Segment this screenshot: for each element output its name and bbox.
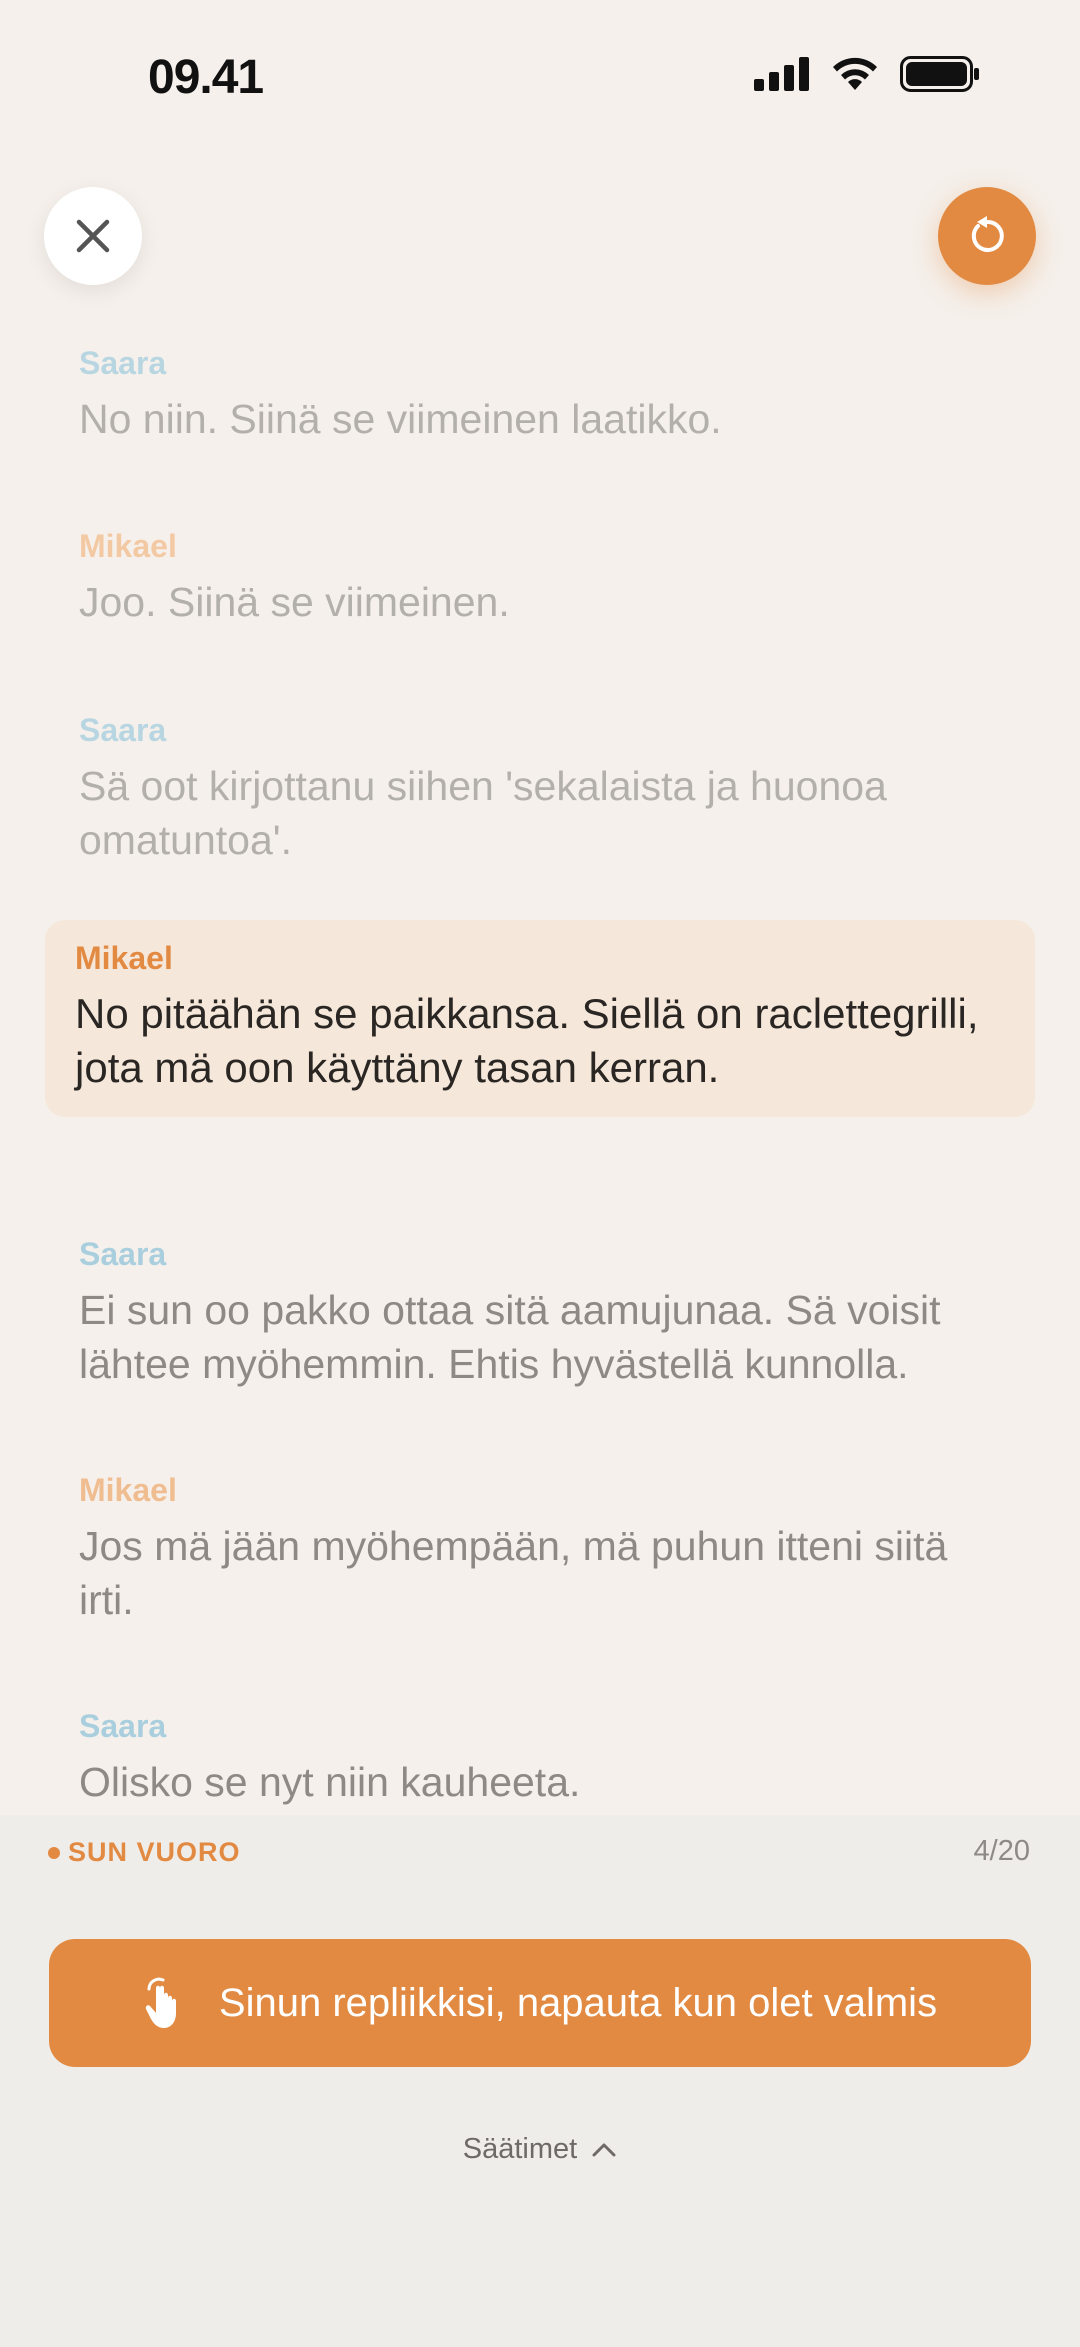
ready-button-label: Sinun repliikkisi, napauta kun olet valm… [218,1980,938,2025]
turn-label: SUN VUORO [68,1837,241,1867]
battery-icon [900,56,979,92]
script-line: Mikael Jos mä jään myöhempään, mä puhun … [45,1472,1035,1627]
script-line: Saara No niin. Siinä se viimeinen laatik… [45,345,1035,446]
bottom-panel: SUN VUORO 4/20 Sinun repliikkisi, napaut… [0,1815,1080,2347]
turn-dot-icon [48,1846,60,1859]
speaker-name: Saara [79,1236,167,1272]
script-line: Mikael Joo. Siinä se viimeinen. [45,528,1035,629]
turn-indicator: SUN VUORO [48,1837,241,1868]
line-text: Joo. Siinä se viimeinen. [79,579,510,625]
current-script-line: Mikael No pitäähän se paikkansa. Siellä … [45,920,1035,1117]
line-text: Olisko se nyt niin kauheeta. [79,1759,581,1805]
speaker-name: Saara [79,345,167,381]
speaker-name: Saara [79,712,167,748]
line-text: Ei sun oo pakko ottaa sitä aamujunaa. Sä… [79,1287,941,1387]
script-line: Saara Olisko se nyt niin kauheeta. [45,1708,1035,1809]
line-text: Sä oot kirjottanu siihen 'sekalaista ja … [79,763,887,863]
speaker-name: Mikael [75,940,173,976]
script-line: Saara Sä oot kirjottanu siihen 'sekalais… [45,712,1035,867]
restart-button[interactable] [938,187,1036,285]
line-progress: 4/20 [973,1835,1030,1867]
status-time: 09.41 [148,51,264,104]
speaker-name: Mikael [79,528,177,564]
line-text: No pitäähän se paikkansa. Siellä on racl… [75,990,979,1091]
line-text: No niin. Siinä se viimeinen laatikko. [79,396,722,442]
wifi-icon [833,57,877,90]
speaker-name: Mikael [79,1472,177,1508]
controls-label: Säätimet [462,2133,578,2165]
hand-tap-icon [145,1977,176,2028]
line-text: Jos mä jään myöhempään, mä puhun itteni … [79,1523,948,1623]
script-line: Saara Ei sun oo pakko ottaa sitä aamujun… [45,1236,1035,1391]
status-icons [754,56,980,92]
chevron-up-icon [592,2143,616,2156]
cellular-signal-icon [754,57,809,91]
status-bar: 09.41 [0,0,1080,150]
close-button[interactable] [44,187,142,285]
restart-icon [971,216,1004,252]
close-icon [76,219,110,253]
top-fade [0,150,1080,340]
controls-toggle[interactable]: Säätimet [0,2133,1080,2166]
ready-button[interactable]: Sinun repliikkisi, napauta kun olet valm… [49,1939,1031,2067]
script-scroll-area[interactable]: Saara No niin. Siinä se viimeinen laatik… [0,330,1080,1810]
speaker-name: Saara [79,1708,167,1744]
